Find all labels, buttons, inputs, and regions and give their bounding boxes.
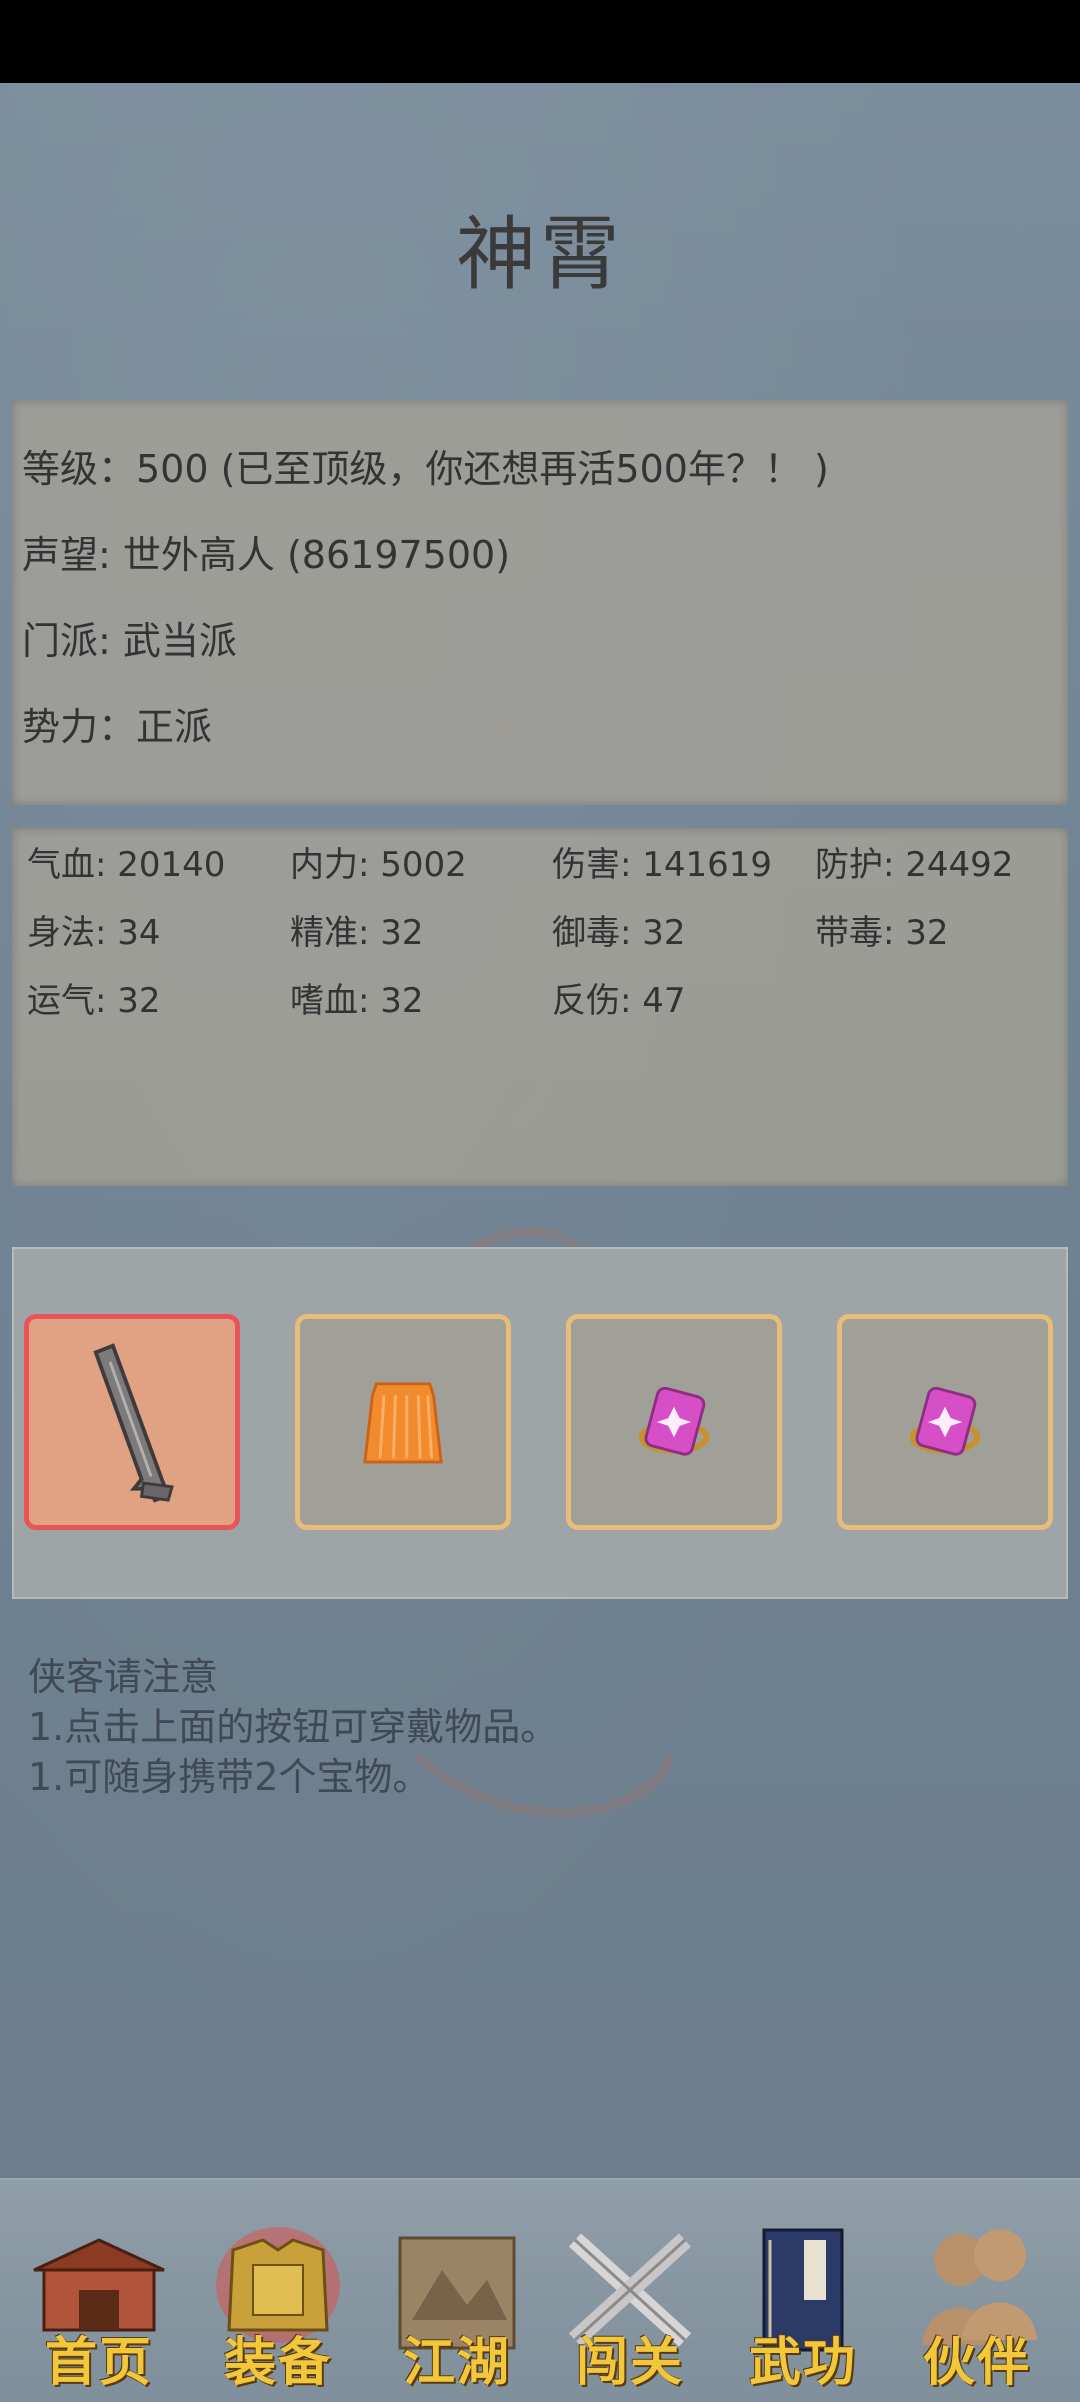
bottom-navigation-bar: 首页 装备 江湖 闯关 武功 伙伴 — [0, 2178, 1080, 2402]
attribute-stats-panel: 气血: 20140 内力: 5002 伤害: 141619 防护: 24492 … — [12, 828, 1068, 1186]
reputation-text: 声望: 世外高人 (86197500) — [22, 533, 511, 577]
notes-section: 侠客请注意 1.点击上面的按钮可穿戴物品。 1.可随身携带2个宝物。 — [28, 1652, 558, 1802]
gem-treasure-icon — [909, 1386, 981, 1456]
status-bar — [0, 0, 1080, 83]
nav-challenge-label: 闯关 — [575, 2332, 684, 2393]
equipment-slot-treasure-2[interactable] — [837, 1314, 1053, 1530]
stat-poison: 带毒: 32 — [815, 913, 949, 953]
notes-line-1: 1.点击上面的按钮可穿戴物品。 — [28, 1705, 559, 1749]
equipment-slot-weapon[interactable] — [24, 1314, 240, 1530]
gem-treasure-icon — [638, 1386, 710, 1456]
armor-icon — [363, 1382, 443, 1464]
notes-heading: 侠客请注意 — [28, 1655, 219, 1699]
stat-agility: 身法: 34 — [27, 913, 161, 953]
nav-martial-arts-label: 武功 — [748, 2332, 857, 2393]
stat-damage: 伤害: 141619 — [552, 845, 773, 885]
nav-home[interactable]: 首页 — [24, 2210, 174, 2393]
sword-icon — [93, 1343, 174, 1503]
nav-companions-label: 伙伴 — [922, 2332, 1031, 2393]
equipment-slot-armor[interactable] — [295, 1314, 511, 1530]
stat-lifesteal: 嗜血: 32 — [290, 981, 424, 1021]
equipment-slot-treasure-1[interactable] — [566, 1314, 782, 1530]
character-info-panel: 等级：500 (已至顶级，你还想再活500年？！ ) 声望: 世外高人 (861… — [12, 400, 1068, 805]
nav-companions[interactable]: 伙伴 — [902, 2210, 1052, 2393]
character-name-title: 神霄 — [456, 208, 624, 301]
nav-martial-arts[interactable]: 武功 — [728, 2210, 878, 2393]
stat-poison-resist: 御毒: 32 — [552, 913, 686, 953]
stat-reflect: 反伤: 47 — [552, 981, 686, 1021]
level-text: 等级：500 (已至顶级，你还想再活500年？！ ) — [22, 447, 829, 491]
stat-defense: 防护: 24492 — [815, 845, 1014, 885]
nav-equipment-label: 装备 — [223, 2332, 332, 2393]
equipment-panel — [12, 1247, 1068, 1599]
sect-text: 门派: 武当派 — [22, 619, 237, 663]
stat-inner-power: 内力: 5002 — [290, 845, 467, 885]
nav-equipment[interactable]: 装备 — [203, 2210, 353, 2393]
stat-accuracy: 精准: 32 — [290, 913, 424, 953]
nav-jianghu[interactable]: 江湖 — [382, 2210, 532, 2393]
stat-luck: 运气: 32 — [27, 981, 161, 1021]
notes-line-2: 1.可随身携带2个宝物。 — [28, 1755, 431, 1799]
nav-jianghu-label: 江湖 — [402, 2332, 511, 2393]
faction-text: 势力：正派 — [22, 705, 213, 749]
stat-hp: 气血: 20140 — [27, 845, 226, 885]
nav-home-label: 首页 — [44, 2332, 153, 2393]
nav-challenge[interactable]: 闯关 — [555, 2210, 705, 2393]
